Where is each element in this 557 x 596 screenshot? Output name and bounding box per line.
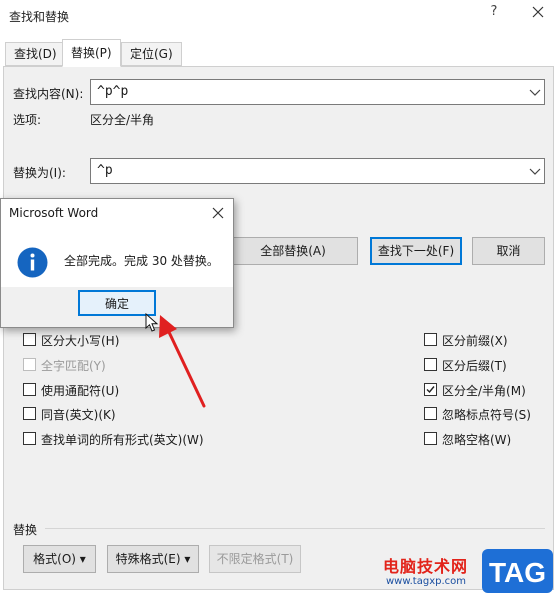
checkbox-box[interactable] [23, 432, 36, 445]
close-button[interactable] [528, 2, 548, 22]
checkbox-ignore-punctuation[interactable]: 忽略标点符号(S) [424, 406, 549, 422]
checkbox-wildcards[interactable]: 使用通配符(U) [23, 382, 223, 398]
checkbox-box[interactable] [424, 432, 437, 445]
find-input-value: ^p^p [97, 84, 129, 99]
checkbox-box[interactable] [424, 358, 437, 371]
close-icon [212, 207, 224, 219]
find-input[interactable]: ^p^p [90, 79, 545, 105]
checkbox-match-case[interactable]: 区分大小写(H) [23, 332, 223, 348]
checkbox-match-width[interactable]: 区分全/半角(M) [424, 382, 549, 398]
replace-panel [3, 66, 554, 590]
replace-label: 替换为(I): [13, 166, 66, 180]
options-label: 选项: [13, 113, 42, 127]
check-icon [426, 386, 435, 394]
checkbox-box[interactable] [424, 333, 437, 346]
replace-input-value: ^p [97, 163, 113, 178]
watermark-tag-text: TAG [489, 557, 546, 588]
find-label: 查找内容(N): [13, 87, 84, 101]
checkbox-all-word-forms[interactable]: 查找单词的所有形式(英文)(W) [23, 431, 253, 447]
checkbox-box[interactable] [23, 383, 36, 396]
info-icon [17, 247, 48, 278]
options-value: 区分全/半角 [90, 113, 155, 127]
close-icon [532, 6, 544, 18]
format-button[interactable]: 格式(O) ▾ [23, 545, 96, 573]
message-text: 全部完成。完成 30 处替换。 [64, 254, 219, 268]
checkbox-box[interactable] [424, 383, 437, 396]
checkbox-box[interactable] [23, 333, 36, 346]
watermark-tag-logo: TAG [481, 548, 554, 594]
tab-replace[interactable]: 替换(P) [62, 39, 121, 67]
special-format-button[interactable]: 特殊格式(E) ▾ [107, 545, 199, 573]
no-formatting-button: 不限定格式(T) [209, 545, 301, 573]
find-next-button[interactable]: 查找下一处(F) [370, 237, 462, 265]
checkbox-box[interactable] [23, 407, 36, 420]
replace-section-heading: 替换 [13, 523, 38, 537]
tab-goto[interactable]: 定位(G) [121, 42, 182, 66]
message-box-close-button[interactable] [209, 204, 227, 222]
chevron-down-icon[interactable] [526, 80, 544, 104]
replace-input[interactable]: ^p [90, 158, 545, 184]
checkbox-ignore-space[interactable]: 忽略空格(W) [424, 431, 549, 447]
window-title: 查找和替换 [9, 10, 70, 24]
section-divider [45, 528, 545, 529]
message-box-title: Microsoft Word [9, 206, 99, 220]
chevron-down-icon[interactable] [526, 159, 544, 183]
checkbox-match-suffix[interactable]: 区分后缀(T) [424, 357, 549, 373]
watermark-text: 电脑技术网 [383, 557, 469, 576]
replace-all-button[interactable]: 全部替换(A) [228, 237, 358, 265]
checkbox-sounds-like[interactable]: 同音(英文)(K) [23, 406, 223, 422]
cancel-button[interactable]: 取消 [472, 237, 545, 265]
checkbox-box[interactable] [424, 407, 437, 420]
watermark-url: www.tagxp.com [386, 576, 466, 587]
message-box: Microsoft Word 全部完成。完成 30 处替换。 确定 [0, 198, 234, 328]
checkbox-match-prefix[interactable]: 区分前缀(X) [424, 332, 549, 348]
mouse-cursor-icon [145, 312, 159, 333]
help-button[interactable]: ? [486, 4, 502, 22]
tab-find[interactable]: 查找(D) [5, 42, 66, 66]
checkbox-whole-word: 全字匹配(Y) [23, 357, 223, 373]
checkbox-box [23, 358, 36, 371]
